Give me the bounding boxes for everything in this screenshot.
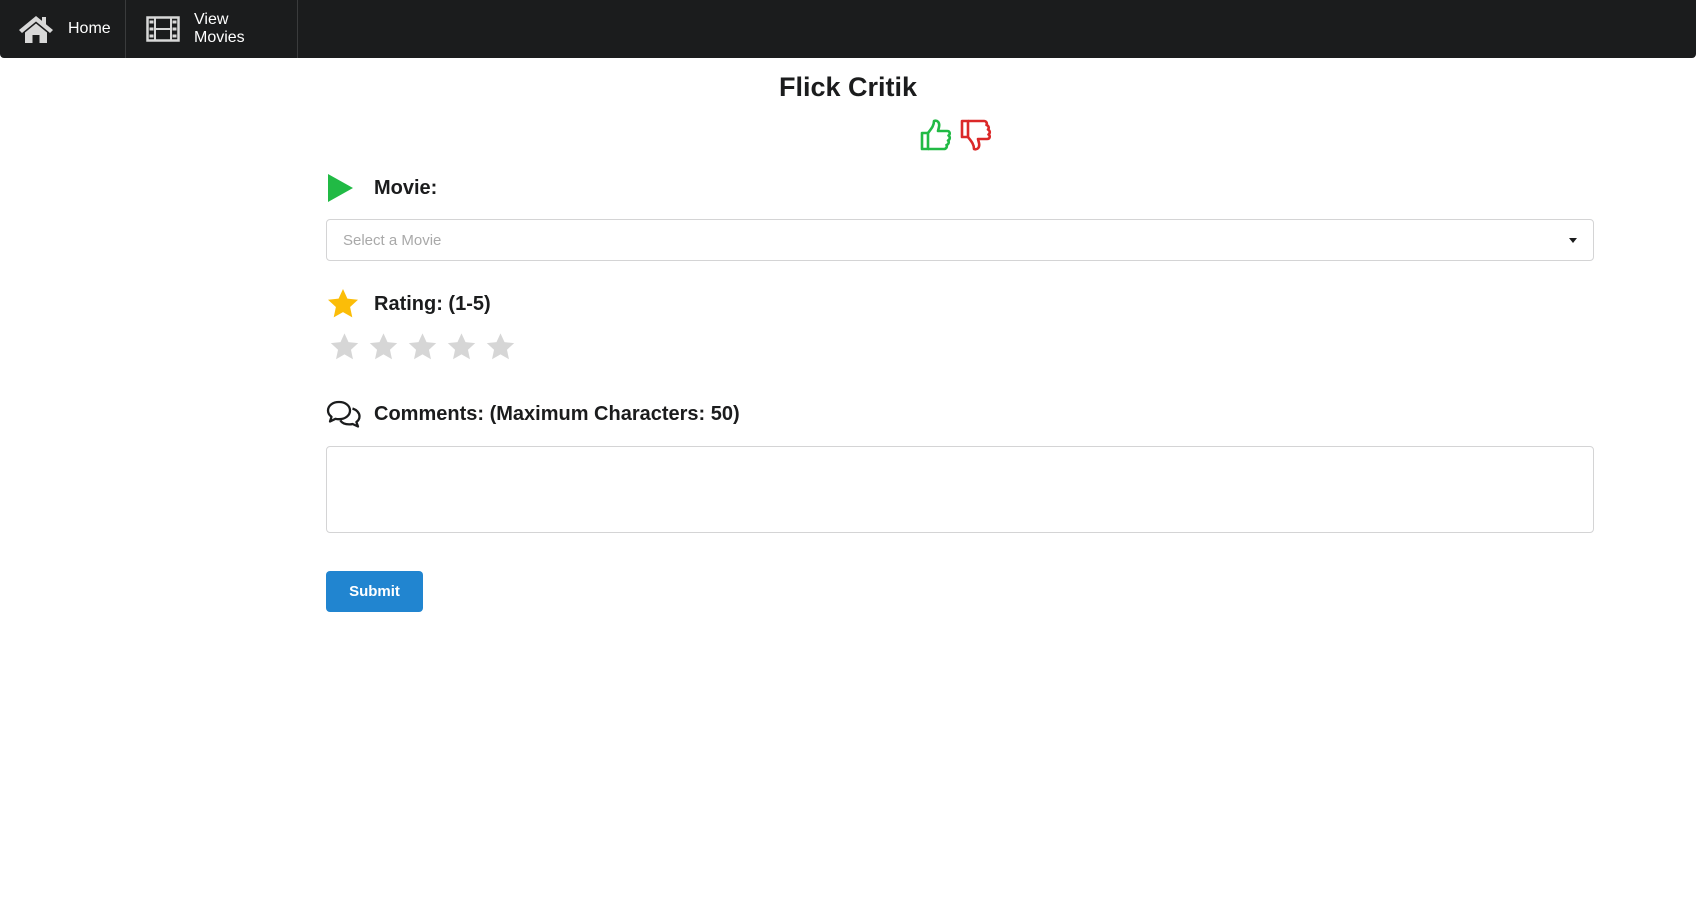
movie-label-row: Movie: (326, 170, 1594, 206)
rating-label: Rating: (1-5) (374, 292, 491, 315)
comments-icon (326, 396, 362, 432)
page-title: Flick Critik (778, 72, 918, 102)
dropdown-icon (1569, 238, 1577, 243)
comments-textarea[interactable] (326, 446, 1594, 533)
comments-label: Comments: (Maximum Characters: 50) (374, 402, 740, 425)
rating-star-1[interactable] (329, 332, 360, 362)
rating-star-2[interactable] (368, 332, 399, 362)
review-form: Movie: Select a Movie Rating: (1-5) Comm… (326, 170, 1594, 612)
star-icon (326, 286, 362, 322)
thumbs-group (919, 118, 993, 157)
rating-star-5[interactable] (485, 332, 516, 362)
thumbs-up-icon (919, 118, 953, 157)
rating-star-3[interactable] (407, 332, 438, 362)
rating-star-4[interactable] (446, 332, 477, 362)
nav-home-label: Home (68, 20, 111, 37)
rating-stars[interactable] (329, 332, 516, 362)
movie-select-placeholder: Select a Movie (343, 231, 442, 249)
thumbs-down-icon (959, 118, 993, 157)
film-icon (146, 16, 194, 42)
nav-home-link[interactable]: Home (0, 0, 126, 58)
nav-view-movies-link[interactable]: View Movies (126, 0, 298, 58)
home-icon (18, 14, 68, 44)
movie-label: Movie: (374, 176, 438, 199)
play-icon (326, 170, 362, 206)
submit-button[interactable]: Submit (326, 571, 423, 612)
rating-label-row: Rating: (1-5) (326, 286, 491, 322)
nav-view-movies-label: View Movies (194, 11, 245, 46)
top-navbar: Home View Movies (0, 0, 1696, 58)
comments-label-row: Comments: (Maximum Characters: 50) (326, 396, 740, 432)
movie-select[interactable]: Select a Movie (326, 219, 1594, 261)
